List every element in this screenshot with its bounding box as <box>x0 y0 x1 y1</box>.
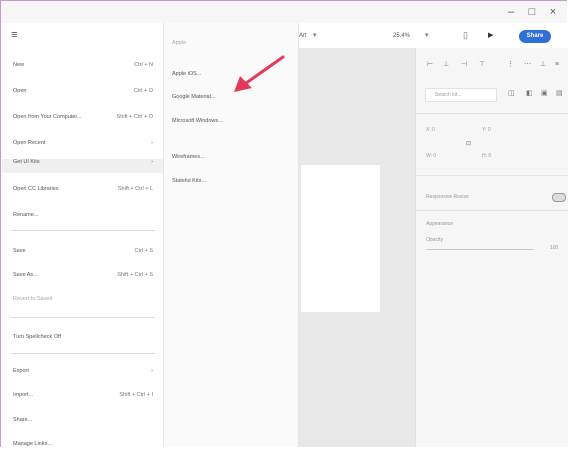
close-icon[interactable]: × <box>546 5 560 19</box>
menu-divider <box>11 353 155 354</box>
menu-item-shortcut: Shift + Ctrl + S <box>117 272 153 278</box>
menu-item-label: Open CC Libraries <box>13 186 59 192</box>
submenu-item-apple-ios[interactable]: Apple iOS... <box>172 71 201 77</box>
menu-item-manage-links[interactable]: Manage Links... <box>13 441 153 455</box>
menu-item-label: Get UI Kits <box>13 159 40 165</box>
chevron-right-icon: › <box>151 159 153 165</box>
h-field[interactable]: H: 0 <box>482 153 491 159</box>
align-center-icon[interactable]: ⊥ <box>443 61 449 69</box>
chevron-down-icon[interactable]: ▾ <box>313 32 317 40</box>
w-field[interactable]: W: 0 <box>426 153 436 159</box>
menu-item-label: Save As... <box>13 272 38 278</box>
opacity-value[interactable]: 100 <box>550 245 558 251</box>
chevron-right-icon: › <box>151 140 153 146</box>
align-right-icon[interactable]: ⊣ <box>461 61 467 69</box>
menu-item-open-recent[interactable]: Open Recent › <box>13 140 153 154</box>
search-kit-placeholder: Search kit... <box>435 92 462 98</box>
group-icon[interactable]: ▣ <box>541 90 548 98</box>
menu-item-save-as[interactable]: Save As... Shift + Ctrl + S <box>13 272 153 286</box>
appearance-heading: Appearance <box>426 221 453 227</box>
title-bar: – □ × <box>1 1 567 23</box>
x-field[interactable]: X: 0 <box>426 127 435 133</box>
chevron-right-icon: › <box>151 368 153 374</box>
chevron-down-icon[interactable]: ▾ <box>425 32 429 40</box>
menu-item-spellcheck[interactable]: Turn Spellcheck Off <box>13 334 153 348</box>
submenu-item-microsoft-windows[interactable]: Microsoft Windows... <box>172 118 223 124</box>
menu-item-label: Open from Your Computer... <box>13 114 82 120</box>
submenu-header: Apple <box>172 40 187 46</box>
menu-item-label: New <box>13 62 25 68</box>
repeat-grid-icon[interactable]: ◫ <box>508 90 515 98</box>
menu-item-export[interactable]: Export › <box>13 368 153 382</box>
menu-item-label: Rename... <box>13 212 39 218</box>
component-icon[interactable]: ▤ <box>556 90 563 98</box>
menu-item-shortcut: Ctrl + S <box>134 248 154 254</box>
hamburger-icon[interactable]: ≡ <box>11 29 17 41</box>
lock-ratio-icon[interactable]: ⊡ <box>466 140 471 148</box>
inspector-divider <box>416 113 568 114</box>
align-bottom-icon[interactable]: ⊥ <box>540 61 546 69</box>
menu-item-label: Share... <box>13 417 33 423</box>
property-inspector: ⊢ ⊥ ⊣ ⊤ ⋮ ⋯ ⊥ ≡ Search kit... ◫ ◧ ▣ ▤ X:… <box>415 48 568 447</box>
responsive-resize-label: Responsive Resize <box>426 194 469 200</box>
mask-icon[interactable]: ◧ <box>526 90 533 98</box>
menu-divider <box>11 317 155 318</box>
y-field[interactable]: Y: 0 <box>482 127 491 133</box>
menu-item-label: Save <box>13 248 26 254</box>
zoom-level[interactable]: 25.4% <box>393 33 410 39</box>
device-preview-icon[interactable]: ▯ <box>463 31 468 40</box>
menu-item-label: Import... <box>13 392 34 398</box>
menu-item-save[interactable]: Save Ctrl + S <box>13 248 153 262</box>
search-kit-input[interactable]: Search kit... <box>425 88 497 102</box>
share-button[interactable]: Share <box>519 30 551 43</box>
menu-item-revert: Revert to Saved <box>13 296 153 310</box>
distribute-icon[interactable]: ⋮ <box>507 61 514 69</box>
align-top-icon[interactable]: ⊤ <box>479 61 485 69</box>
menu-item-label: Export <box>13 368 29 374</box>
menu-item-share[interactable]: Share... <box>13 417 153 431</box>
menu-item-new[interactable]: New Ctrl + N <box>13 62 153 76</box>
submenu-item-google-material[interactable]: Google Material... <box>172 94 215 100</box>
zoom-prefix: Art <box>299 33 307 39</box>
menu-item-rename[interactable]: Rename... <box>13 212 153 226</box>
menu-item-shortcut: Shift + Ctrl + I <box>119 392 153 398</box>
menu-item-open[interactable]: Open Ctrl + O <box>13 88 153 102</box>
menu-item-label: Open Recent <box>13 140 46 146</box>
maximize-icon[interactable]: □ <box>525 5 539 19</box>
menu-item-import[interactable]: Import... Shift + Ctrl + I <box>13 392 153 406</box>
menu-item-shortcut: Shift + Ctrl + L <box>117 186 153 192</box>
menu-item-shortcut: Ctrl + N <box>134 62 153 68</box>
menu-item-open-from-computer[interactable]: Open from Your Computer... Shift + Ctrl +… <box>13 114 153 128</box>
opacity-label: Opacity <box>426 237 443 243</box>
menu-item-label: Turn Spellcheck Off <box>13 334 61 340</box>
menu-item-label: Revert to Saved <box>13 296 53 302</box>
inspector-divider <box>416 175 568 176</box>
inspector-divider <box>416 210 568 211</box>
opacity-slider[interactable] <box>426 249 534 250</box>
menu-divider <box>11 230 155 231</box>
minimize-icon[interactable]: – <box>504 5 518 19</box>
artboard[interactable] <box>301 165 380 312</box>
submenu-item-wireframes[interactable]: Wireframes... <box>172 154 205 160</box>
responsive-resize-toggle[interactable] <box>552 193 566 202</box>
align-left-icon[interactable]: ⊢ <box>427 61 433 69</box>
distribute-vertical-icon[interactable]: ≡ <box>555 61 559 69</box>
menu-item-label: Open <box>13 88 27 94</box>
align-middle-icon[interactable]: ⋯ <box>524 61 531 69</box>
menu-item-label: Manage Links... <box>13 441 52 447</box>
file-menu: ≡ New Ctrl + N Open Ctrl + O Open from You… <box>1 23 164 447</box>
annotation-arrow <box>234 55 285 92</box>
menu-item-get-ui-kits[interactable]: Get UI Kits › <box>2 159 163 173</box>
menu-item-shortcut: Ctrl + O <box>133 88 153 94</box>
play-icon[interactable]: ▶ <box>488 32 493 40</box>
menu-item-open-cc-libraries[interactable]: Open CC Libraries Shift + Ctrl + L <box>13 186 153 200</box>
menu-item-shortcut: Shift + Ctrl + O <box>116 114 153 120</box>
submenu-item-stateful-kits[interactable]: Stateful Kits... <box>172 178 206 184</box>
